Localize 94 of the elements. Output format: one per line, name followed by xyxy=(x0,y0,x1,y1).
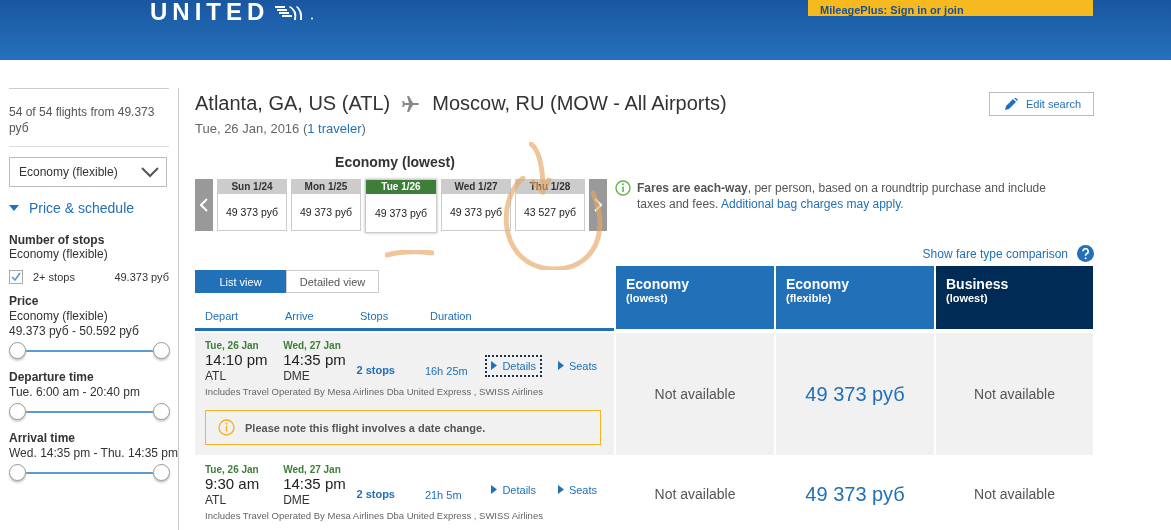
caret-right-icon xyxy=(491,485,498,494)
slider-handle[interactable] xyxy=(9,464,26,481)
caret-right-icon xyxy=(557,485,564,494)
info-icon xyxy=(615,180,631,196)
flight-row[interactable] xyxy=(195,333,614,455)
caret-right-icon xyxy=(491,361,498,370)
origin-city: Atlanta, GA, US (ATL) xyxy=(195,92,391,115)
filter-subtitle: Economy (flexible) xyxy=(9,309,109,324)
arrive-time: 14:35 pm xyxy=(283,475,347,493)
next-button[interactable] xyxy=(589,179,607,231)
fare-price[interactable]: 49 373 руб xyxy=(805,382,905,406)
duration: 21h 5m xyxy=(424,489,462,501)
seats-link[interactable]: Seats xyxy=(553,480,601,499)
results-summary: 54 of 54 flights from 49.373 руб xyxy=(9,88,169,147)
fare-unavailable: Not available xyxy=(654,486,736,502)
caret-right-icon xyxy=(557,361,564,370)
slider-handle[interactable] xyxy=(153,342,170,359)
slider-handle[interactable] xyxy=(153,464,170,481)
previous-button[interactable] xyxy=(195,179,213,231)
fare-comparison-link[interactable]: Show fare type comparison xyxy=(922,246,1068,261)
depart-airport: ATL xyxy=(205,369,228,383)
checkbox[interactable] xyxy=(9,270,23,284)
date-card[interactable]: Wed 1/27 49 373 руб xyxy=(441,179,511,231)
fare-note: Fares are each-way, per person, based on a roundtrip purchase and include taxes and fees. Additional bag charges may apply. xyxy=(637,180,1047,213)
range-slider[interactable] xyxy=(9,464,169,482)
info-icon xyxy=(218,419,235,436)
logo-text[interactable]: UNITED xyxy=(150,0,270,24)
column-header[interactable]: Depart xyxy=(205,310,285,328)
slider-handle[interactable] xyxy=(9,342,26,359)
date-card[interactable]: Tue 1/26 49 373 руб xyxy=(365,179,437,233)
details-link[interactable]: Details xyxy=(487,356,541,375)
details-link[interactable]: Details xyxy=(487,480,541,499)
hand-drawn-arrow xyxy=(529,142,553,196)
arrive-date: Wed, 27 Jan xyxy=(283,340,342,351)
option-price: 49.373 руб xyxy=(114,270,169,284)
date-card[interactable]: Mon 1/25 49 373 руб xyxy=(291,179,361,231)
fare-unavailable: Not available xyxy=(974,486,1055,502)
fare-unavailable: Not available xyxy=(974,386,1055,402)
fare-column-header[interactable]: Economy (flexible) xyxy=(776,266,934,329)
depart-date: Tue, 26 Jan xyxy=(205,340,260,351)
seats-link[interactable]: Seats xyxy=(553,356,601,375)
column-header[interactable]: Duration xyxy=(430,310,472,328)
warning-text: Please note this flight involves a date change. xyxy=(245,421,486,434)
slider-handle[interactable] xyxy=(153,403,170,420)
arrive-time: 14:35 pm xyxy=(283,351,347,369)
depart-airport: ATL xyxy=(205,493,228,507)
filter-title: Number of stops xyxy=(9,233,106,247)
chevron-right-icon xyxy=(594,198,602,212)
operator-note: Includes Travel Operated By Mesa Airlines Dba United Express , SWISS Airlines xyxy=(205,386,544,397)
bag-charges-link[interactable]: Additional bag charges may apply. xyxy=(721,197,904,211)
hand-drawn-line xyxy=(385,250,434,258)
fare-price[interactable]: 49 373 руб xyxy=(805,482,905,506)
section-toggle[interactable]: Price & schedule xyxy=(9,200,178,216)
date-card[interactable]: Thu 1/28 43 527 руб xyxy=(515,179,585,231)
range-label: Tue. 6:00 am - 20:40 pm xyxy=(9,385,141,400)
edit-search-button[interactable]: Edit search xyxy=(988,92,1094,116)
calendar-title: Economy (lowest) xyxy=(334,154,456,170)
filter-title: Arrival time xyxy=(9,431,77,446)
duration: 16h 25m xyxy=(424,365,468,377)
fare-unavailable: Not available xyxy=(654,386,736,402)
chevron-down-icon xyxy=(141,166,159,178)
filter-subtitle: Economy (flexible) xyxy=(9,247,109,261)
help-icon[interactable] xyxy=(1077,245,1094,262)
depart-time: 14:10 pm xyxy=(205,351,269,369)
fare-column-header[interactable]: Business (lowest) xyxy=(936,266,1093,329)
range-label: Wed. 14:35 pm - Thu. 14:35 pm xyxy=(9,446,178,461)
date-card[interactable]: Sun 1/24 49 373 руб xyxy=(217,179,287,231)
range-slider[interactable] xyxy=(9,403,169,421)
filter-title: Departure time xyxy=(9,370,95,385)
column-header[interactable]: Arrive xyxy=(285,310,360,328)
fare-column-header[interactable]: Economy (lowest) xyxy=(616,266,774,329)
destination-city: Moscow, RU (MOW - All Airports) xyxy=(432,92,727,115)
plane-icon xyxy=(402,95,421,112)
option-label: 2+ stops xyxy=(33,270,76,284)
arrive-airport: DME xyxy=(283,369,311,383)
operator-note: Includes Travel Operated By Mesa Airlines Dba United Express , SWISS Airlines xyxy=(205,510,544,521)
chevron-left-icon xyxy=(200,198,208,212)
column-header[interactable]: Stops xyxy=(360,310,430,328)
depart-date: Tue, 26 Jan xyxy=(205,464,260,475)
arrive-date: Wed, 27 Jan xyxy=(283,464,342,475)
trip-date: Tue, 26 Jan, 2016 (1 traveler) xyxy=(195,121,367,136)
range-label: 49.373 руб - 50.592 руб xyxy=(9,324,140,339)
travelers-link[interactable]: 1 traveler xyxy=(307,121,362,136)
stops-link[interactable]: 2 stops xyxy=(356,364,395,376)
cabin-select[interactable]: Economy (flexible) xyxy=(9,157,167,187)
pencil-icon xyxy=(1003,97,1020,111)
stops-link[interactable]: 2 stops xyxy=(356,488,395,500)
range-slider[interactable] xyxy=(9,342,169,360)
arrive-airport: DME xyxy=(283,493,311,507)
depart-time: 9:30 am xyxy=(205,475,261,493)
slider-handle[interactable] xyxy=(9,403,26,420)
filter-title: Price xyxy=(9,294,40,309)
view-tab[interactable]: Detailed view xyxy=(286,270,379,293)
view-tab[interactable]: List view xyxy=(195,270,286,293)
